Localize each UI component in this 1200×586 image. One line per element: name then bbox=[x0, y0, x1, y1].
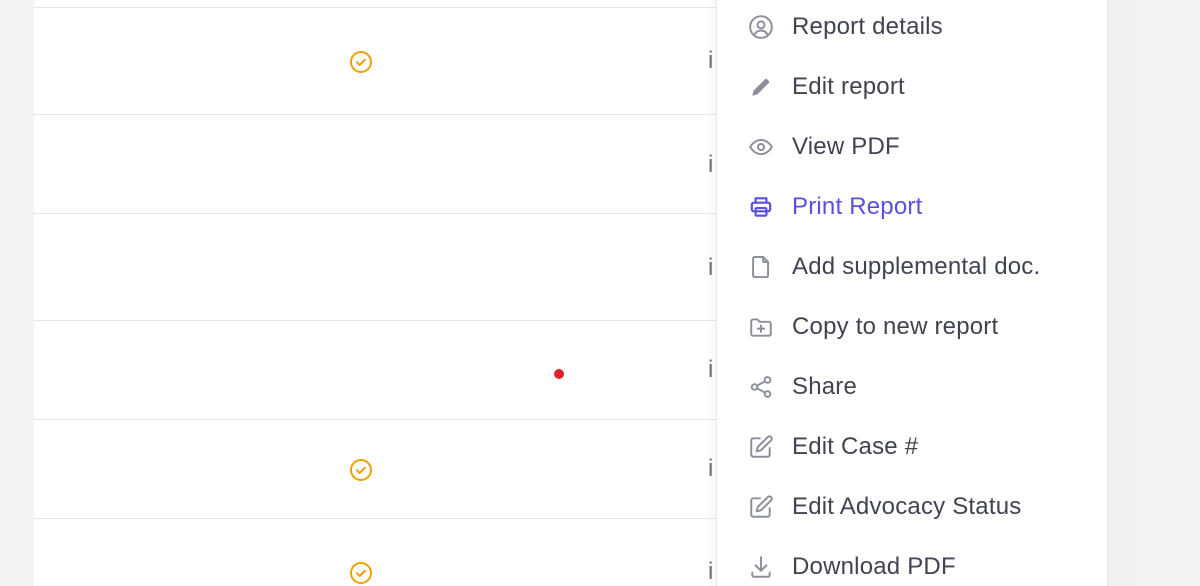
menu-item-share[interactable]: Share bbox=[717, 356, 1107, 416]
menu-item-copy-to-new-report[interactable]: Copy to new report bbox=[717, 296, 1107, 356]
check-circle-icon bbox=[349, 50, 373, 74]
menu-item-edit-report[interactable]: Edit report bbox=[717, 56, 1107, 116]
menu-item-label: Report details bbox=[792, 13, 943, 40]
menu-item-label: Edit Advocacy Status bbox=[792, 493, 1022, 520]
row-actions-button[interactable]: i bbox=[708, 256, 714, 280]
app-canvas: i i i i i i Report details Edit report V… bbox=[0, 0, 1200, 586]
share-icon bbox=[748, 374, 774, 400]
menu-item-label: Edit report bbox=[792, 73, 905, 100]
row-context-menu: Report details Edit report View PDF Prin… bbox=[716, 0, 1107, 586]
menu-item-label: Copy to new report bbox=[792, 313, 999, 340]
menu-item-label: Add supplemental doc. bbox=[792, 253, 1041, 280]
menu-item-label: View PDF bbox=[792, 133, 900, 160]
edit-square-icon bbox=[748, 494, 774, 520]
menu-item-download-pdf[interactable]: Download PDF bbox=[717, 536, 1107, 586]
menu-item-label: Share bbox=[792, 373, 858, 400]
menu-item-label: Download PDF bbox=[792, 553, 956, 580]
menu-item-print-report[interactable]: Print Report bbox=[717, 176, 1107, 236]
pencil-icon bbox=[748, 74, 774, 100]
eye-icon bbox=[748, 134, 774, 160]
row-actions-button[interactable]: i bbox=[708, 457, 714, 481]
menu-item-report-details[interactable]: Report details bbox=[717, 0, 1107, 56]
edit-square-icon bbox=[748, 434, 774, 460]
check-circle-icon bbox=[349, 561, 373, 585]
menu-item-label: Edit Case # bbox=[792, 433, 919, 460]
menu-item-label: Print Report bbox=[792, 193, 923, 220]
folder-plus-icon bbox=[748, 314, 774, 340]
menu-item-add-supplemental-doc[interactable]: Add supplemental doc. bbox=[717, 236, 1107, 296]
row-actions-button[interactable]: i bbox=[708, 560, 714, 584]
document-icon bbox=[748, 254, 774, 280]
check-circle-icon bbox=[349, 458, 373, 482]
menu-item-edit-advocacy-status[interactable]: Edit Advocacy Status bbox=[717, 476, 1107, 536]
row-actions-button[interactable]: i bbox=[708, 153, 714, 177]
menu-item-view-pdf[interactable]: View PDF bbox=[717, 116, 1107, 176]
row-actions-button[interactable]: i bbox=[708, 49, 714, 73]
row-actions-button[interactable]: i bbox=[708, 358, 714, 382]
menu-item-edit-case-number[interactable]: Edit Case # bbox=[717, 416, 1107, 476]
user-circle-icon bbox=[748, 14, 774, 40]
printer-icon bbox=[748, 194, 774, 220]
red-dot-indicator bbox=[554, 369, 564, 379]
download-icon bbox=[748, 554, 774, 580]
